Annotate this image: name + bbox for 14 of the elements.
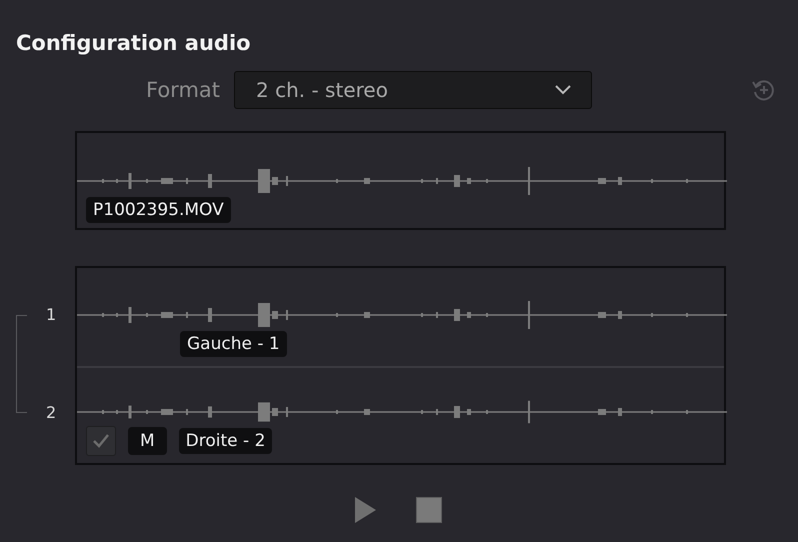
checkmark-icon [92,433,110,449]
format-dropdown[interactable]: 2 ch. - stereo [234,71,592,109]
reset-icon[interactable] [750,78,776,102]
mute-button[interactable]: M [128,427,167,455]
play-icon[interactable] [354,497,376,523]
channel-number: 2 [46,403,56,423]
channel-number: 1 [46,305,56,325]
chevron-icon [555,85,572,95]
format-label: Format [146,78,220,102]
checkbox[interactable] [86,426,116,456]
clip-label: P1002395.MOV [86,197,231,223]
channel-label: Droite - 2 [178,428,272,454]
panel-title: Configuration audio [15,30,252,57]
channel-label: Gauche - 1 [180,331,287,357]
